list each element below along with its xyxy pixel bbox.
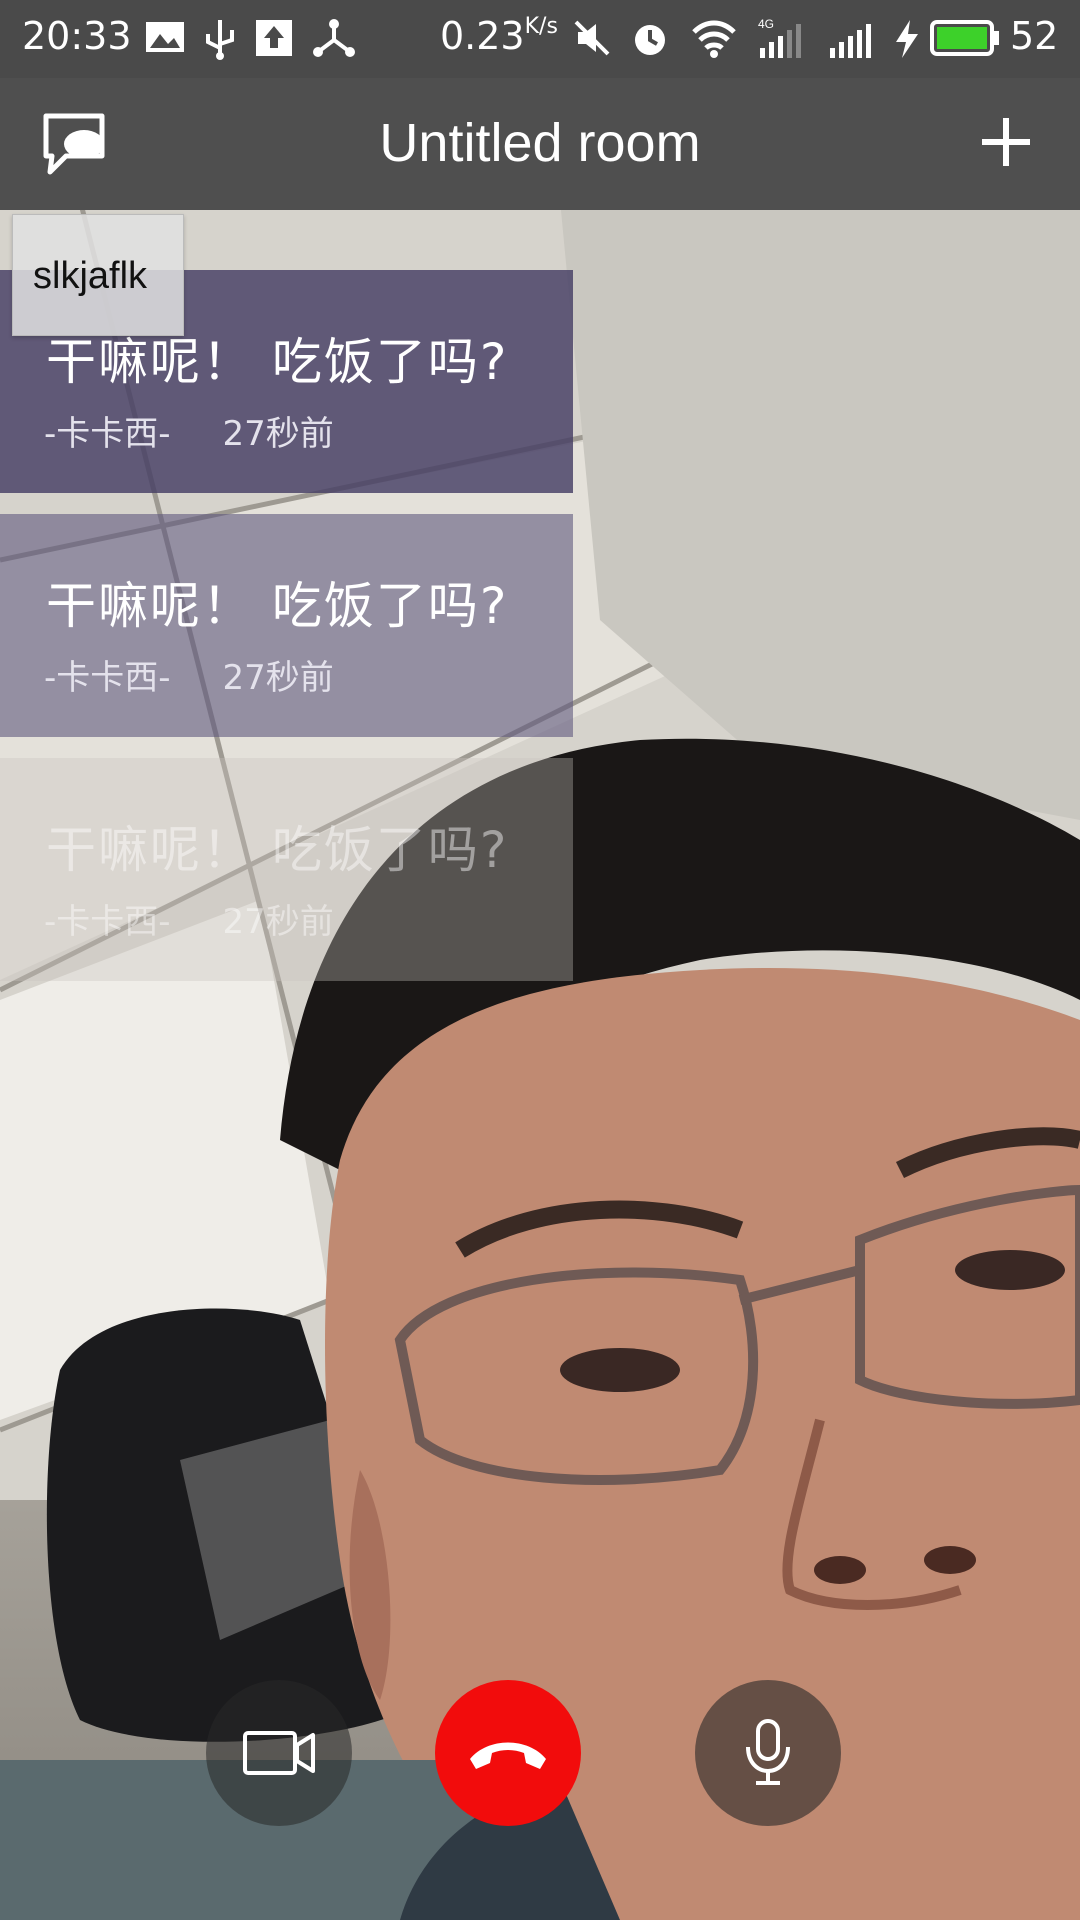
alarm-icon bbox=[635, 25, 665, 55]
usb-icon bbox=[206, 20, 234, 60]
message-sender: -卡卡西- bbox=[44, 414, 171, 454]
battery-icon bbox=[930, 20, 999, 56]
svg-text:4G: 4G bbox=[758, 18, 774, 31]
battery-percentage: 52 bbox=[1010, 14, 1059, 58]
room-title: Untitled room bbox=[379, 113, 701, 173]
message-text: 干嘛呢！ 吃饭了吗? bbox=[46, 577, 509, 635]
signal-icon: 4G bbox=[758, 18, 801, 58]
hang-up-button[interactable] bbox=[435, 1680, 581, 1826]
wifi-icon bbox=[692, 20, 736, 58]
chat-message: 干嘛呢！ 吃饭了吗? -卡卡西- 27秒前 bbox=[0, 758, 573, 981]
message-time: 27秒前 bbox=[222, 902, 334, 942]
chat-message: 干嘛呢！ 吃饭了吗? -卡卡西- 27秒前 bbox=[0, 514, 573, 737]
hang-up-icon bbox=[470, 1742, 546, 1769]
clock: 20:33 bbox=[22, 14, 132, 58]
charging-icon bbox=[896, 20, 918, 58]
chat-message-list: 干嘛呢！ 吃饭了吗? -卡卡西- 27秒前 干嘛呢！ 吃饭了吗? -卡卡西- 27秒… bbox=[0, 270, 573, 1002]
message-sender: -卡卡西- bbox=[44, 902, 171, 942]
participant-name: slkjaflk bbox=[33, 255, 148, 297]
message-time: 27秒前 bbox=[222, 658, 334, 698]
message-sender: -卡卡西- bbox=[44, 658, 171, 698]
message-meta: -卡卡西- 27秒前 bbox=[44, 406, 334, 455]
message-text: 干嘛呢！ 吃饭了吗? bbox=[46, 821, 509, 879]
app-bar: Untitled room bbox=[0, 78, 1080, 210]
video-camera-icon bbox=[243, 1731, 315, 1775]
call-controls bbox=[0, 1680, 1080, 1830]
message-time: 27秒前 bbox=[222, 414, 334, 454]
microphone-button[interactable] bbox=[695, 1680, 841, 1826]
microphone-icon bbox=[746, 1719, 790, 1785]
message-meta: -卡卡西- 27秒前 bbox=[44, 650, 334, 699]
participant-tile[interactable]: slkjaflk bbox=[12, 214, 184, 336]
add-icon[interactable] bbox=[976, 112, 1036, 172]
share-icon bbox=[313, 19, 355, 57]
mute-icon bbox=[574, 20, 610, 56]
network-speed: 0.23K/s bbox=[440, 14, 558, 58]
message-meta: -卡卡西- 27秒前 bbox=[44, 894, 334, 943]
image-icon bbox=[146, 22, 184, 52]
upload-icon bbox=[256, 20, 292, 56]
toggle-video-button[interactable] bbox=[206, 1680, 352, 1826]
signal-icon-2 bbox=[830, 24, 871, 58]
status-bar: 20:33 0.23K/s 4G 52 bbox=[0, 0, 1080, 78]
